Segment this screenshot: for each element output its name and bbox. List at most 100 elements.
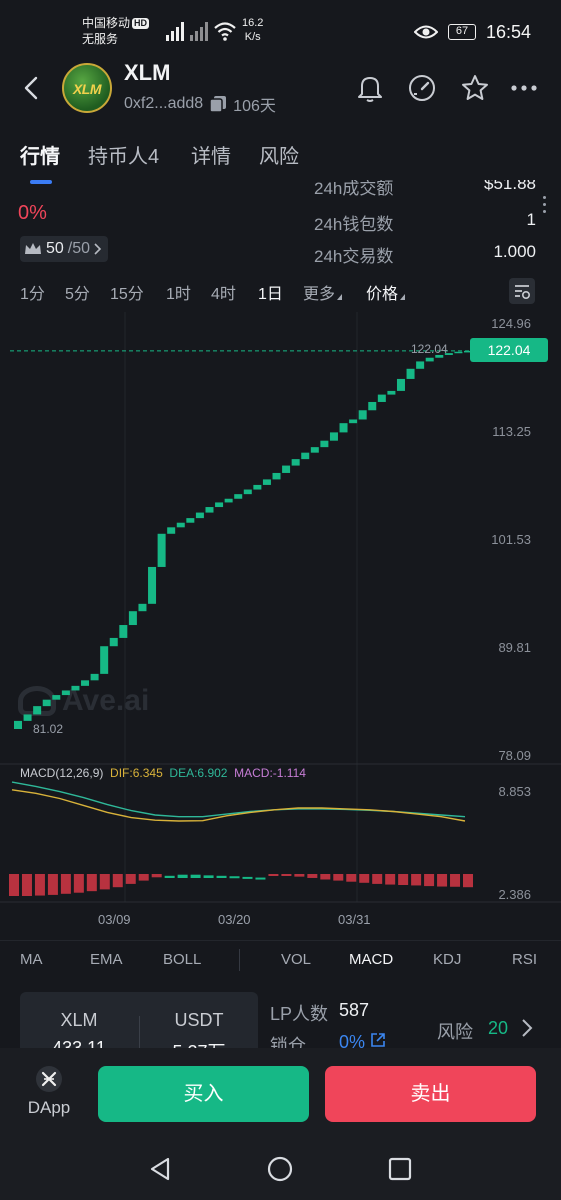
indicator-macd[interactable]: MACD [349,951,393,968]
interval-1m[interactable]: 1分 [20,280,45,304]
network-speed: 16.2 K/s [242,16,263,44]
macd-bar [424,874,435,887]
indicator-divider [239,949,240,971]
interval-1d[interactable]: 1日 [258,280,283,304]
token-logo-text: XLM [72,81,102,97]
indicator-vol[interactable]: VOL [281,951,311,968]
carrier-name: 中国移动 [82,16,131,30]
tab-market[interactable]: 行情 [20,140,60,169]
copy-icon[interactable] [209,95,227,113]
pool-base-symbol: XLM [60,1010,98,1030]
risk-score[interactable]: 20 [488,1018,508,1039]
candle [157,533,166,567]
speed-value: 16.2 [242,17,264,29]
macd-bar [138,874,149,881]
vip-quota-badge[interactable]: 50/50 [20,236,109,262]
macd-bar [463,874,473,888]
bell-icon[interactable] [354,72,386,104]
interval-1h[interactable]: 1时 [166,280,191,304]
battery-icon: 67 [447,24,476,40]
macd-bar [125,874,136,884]
macd-bar [177,874,188,878]
clock: 16:54 [485,21,531,42]
y-axis-label: 89.81 [498,640,531,655]
macd-value: MACD:-1.114 [234,766,306,780]
chart-canvas [0,312,561,903]
candle [23,714,32,721]
indicator-ma[interactable]: MA [20,951,43,968]
macd-bar [86,874,97,892]
indicator-ema[interactable]: EMA [90,951,123,968]
macd-bar [411,874,422,886]
buy-button[interactable]: 买入 [98,1066,309,1122]
lp-count-label: LP人数 [270,1004,329,1024]
candle [138,603,147,612]
candle [100,646,109,674]
macd-bar [346,874,357,882]
indicator-selector: MA EMA BOLL VOL MACD KDJ RSI [0,940,561,978]
tab-holders[interactable]: 持币人4 [88,140,159,169]
price-change: 0% [18,202,47,224]
interval-more[interactable]: 更多 [303,280,343,304]
candle [310,447,319,453]
main-tabs: 行情 持币人4 详情 风险 [0,132,561,176]
dapp-button[interactable]: DApp [20,1066,78,1118]
gauge-icon[interactable] [406,72,438,104]
candle [186,518,195,523]
vip-current: 50 [46,240,64,257]
nav-recents-icon[interactable] [385,1154,415,1184]
pool-quote-symbol: USDT [174,1010,224,1030]
token-stats: 0% 50/50 24h成交额 $51.88 24h钱包数 1 24h交易数 1… [0,176,561,268]
interval-15m[interactable]: 15分 [110,280,144,304]
nav-back-icon[interactable] [146,1154,176,1184]
sell-button[interactable]: 卖出 [325,1066,536,1122]
candle [215,502,224,508]
tab-risk[interactable]: 风险 [259,140,299,169]
dif-line [11,789,466,822]
macd-legend: MACD(12,26,9) DIF:6.345 DEA:6.902 MACD:-… [20,766,306,780]
no-service-label: 无服务 [82,32,119,46]
token-age: 106天 [233,98,276,115]
hd-badge: HD [132,18,150,29]
interval-4h[interactable]: 4时 [211,280,236,304]
lock-value[interactable]: 0% [339,1032,386,1048]
stat-value: 1.000 [493,242,536,261]
indicator-rsi[interactable]: RSI [512,951,537,968]
liquidity-card: XLM 433.11 USDT 5.27万 [20,992,258,1048]
candle [253,484,262,490]
price-chart[interactable]: Ave.ai 124.96 113.25 101.53 89.81 78.09 … [0,312,561,934]
candle [396,378,405,391]
pool-info: XLM 433.11 USDT 5.27万 LP人数 587 锁仓 0% 风险 … [0,984,561,1048]
token-address-row: 0xf2...add8 106天 [124,92,276,116]
more-icon[interactable] [508,72,540,104]
candle [14,720,22,729]
dropdown-triangle-icon [400,294,406,300]
more-vertical-icon[interactable] [543,196,547,217]
chevron-right-icon[interactable] [520,1018,534,1038]
macd-bar [60,874,71,894]
macd-bar [281,874,292,876]
back-arrow-icon[interactable] [20,72,44,104]
macd-name: MACD(12,26,9) [20,766,104,780]
dapp-icon [36,1066,62,1092]
y-axis-label: 101.53 [491,532,531,547]
macd-bar [203,875,214,878]
token-name: XLM [124,60,171,85]
tab-details[interactable]: 详情 [191,140,231,169]
x-axis-label: 03/31 [338,912,371,927]
interval-5m[interactable]: 5分 [65,280,90,304]
chart-settings-icon[interactable] [509,278,535,304]
macd-bar [164,875,175,878]
candle [128,611,137,626]
dapp-label: DApp [27,1098,71,1117]
star-icon[interactable] [459,72,491,104]
nav-home-icon[interactable] [265,1154,295,1184]
macd-bar [437,874,448,887]
signal-icon [166,21,186,41]
trade-action-bar: DApp 买入 卖出 [0,1048,561,1136]
macd-dif: DIF:6.345 [110,766,163,780]
indicator-kdj[interactable]: KDJ [433,951,461,968]
candle [349,419,358,424]
indicator-boll[interactable]: BOLL [163,951,201,968]
price-mode[interactable]: 价格 [366,280,406,304]
